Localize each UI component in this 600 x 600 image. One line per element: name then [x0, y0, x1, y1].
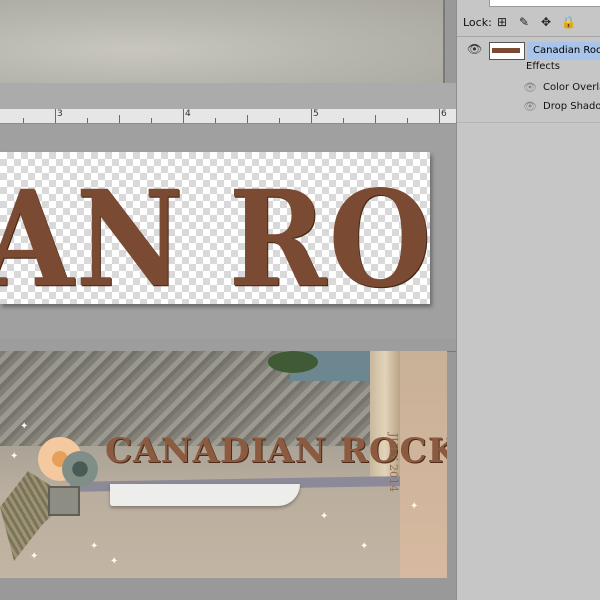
effect-row-color-overlay[interactable]: 👁 Color Overlay: [457, 79, 600, 97]
sparkle-icon: ✦: [30, 551, 39, 562]
metal-charm: [48, 486, 80, 516]
effect-label[interactable]: Drop Shadow: [543, 98, 600, 116]
visibility-eye-icon[interactable]: 👁: [467, 42, 482, 56]
leaf-cluster: [0, 471, 70, 561]
effects-label[interactable]: Effects: [526, 61, 560, 72]
ruler-minor-tick: [23, 118, 24, 123]
brush-lock-icon[interactable]: ✎: [517, 15, 531, 29]
effect-label[interactable]: Color Overlay: [543, 79, 600, 97]
layer-name[interactable]: Canadian Rockies: [527, 42, 600, 60]
lock-label: Lock:: [463, 16, 492, 29]
ruler-minor-tick: [407, 118, 408, 123]
padlock-icon[interactable]: 🔒: [561, 15, 576, 29]
sparkle-icon: ✦: [90, 541, 99, 552]
panel-divider: [457, 36, 600, 37]
horizontal-ruler[interactable]: 3 4 5 6: [0, 109, 456, 124]
ruler-label: 5: [313, 109, 319, 119]
effect-eye-icon[interactable]: 👁: [523, 79, 537, 97]
ruler-label: 3: [57, 109, 63, 119]
tree-patch: [268, 351, 318, 373]
sparkle-icon: ✦: [410, 501, 419, 512]
ruler-minor-tick: [375, 115, 376, 123]
lock-row: Lock: ⊞ ✎ ✥ 🔒: [457, 10, 600, 36]
effect-eye-icon[interactable]: 👁: [523, 98, 537, 116]
effect-row-drop-shadow[interactable]: 👁 Drop Shadow: [457, 98, 600, 116]
ruler-tick: [439, 109, 440, 123]
title-word-art: AN ROCKIES: [0, 160, 430, 304]
sparkle-icon: ✦: [360, 541, 369, 552]
torn-paper: [110, 484, 300, 506]
layers-panel[interactable]: Lock: ⊞ ✎ ✥ 🔒 👁 Canadian Rockies Effects…: [456, 0, 600, 600]
ruler-label: 4: [185, 109, 191, 119]
sparkle-icon: ✦: [320, 511, 329, 522]
workspace-gap: [0, 83, 456, 109]
ruler-tick: [183, 109, 184, 123]
teal-flower: [62, 451, 98, 487]
layer-thumbnail[interactable]: [489, 42, 525, 60]
preview-date: JULY 2014: [387, 433, 400, 493]
document-canvas-area[interactable]: AN ROCKIES: [0, 124, 456, 339]
ruler-label: 6: [441, 109, 447, 119]
document-edge: [443, 0, 445, 83]
ruler-minor-tick: [279, 118, 280, 123]
transparency-lock-icon[interactable]: ⊞: [495, 15, 509, 29]
sparkle-icon: ✦: [10, 451, 19, 462]
ruler-minor-tick: [151, 118, 152, 123]
move-lock-icon[interactable]: ✥: [539, 15, 553, 29]
ruler-tick: [55, 109, 56, 123]
layer-filter-field[interactable]: [489, 0, 600, 7]
sparkle-icon: ✦: [110, 556, 119, 567]
ruler-minor-tick: [119, 115, 120, 123]
panel-divider: [457, 122, 600, 123]
transparent-canvas[interactable]: AN ROCKIES: [0, 152, 430, 304]
layer-row[interactable]: 👁 Canadian Rockies: [457, 39, 600, 63]
ruler-minor-tick: [247, 115, 248, 123]
sparkle-icon: ✦: [20, 421, 29, 432]
ruler-minor-tick: [87, 118, 88, 123]
ruler-minor-tick: [215, 118, 216, 123]
ruler-tick: [311, 109, 312, 123]
document-top-strip: [0, 0, 445, 83]
ruler-minor-tick: [343, 118, 344, 123]
scrapbook-preview[interactable]: CANADIAN ROCKIES JULY 2014 ✦ ✦ ✦ ✦ ✦ ✦ ✦…: [0, 351, 447, 578]
